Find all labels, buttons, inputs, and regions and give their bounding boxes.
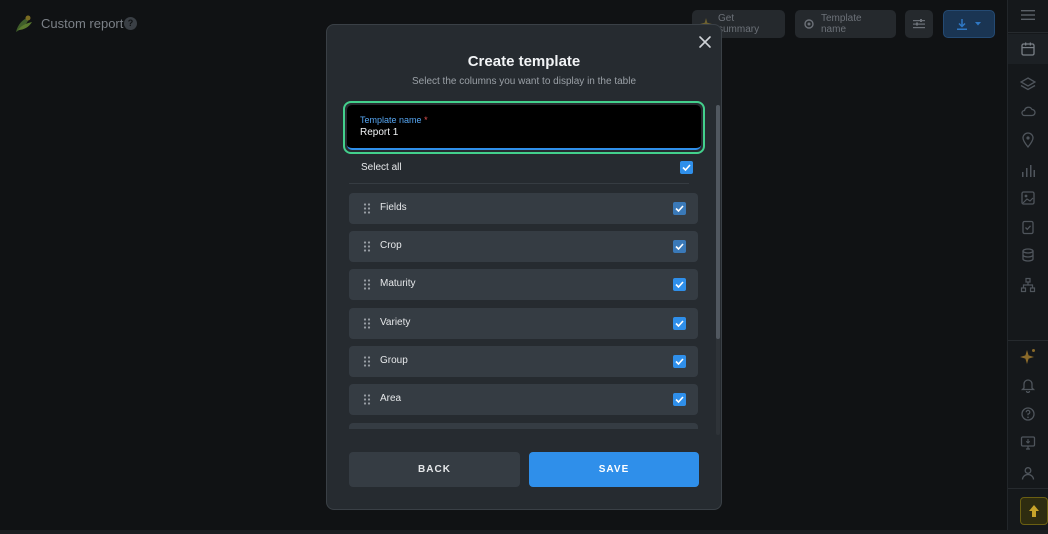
upgrade-button[interactable]	[1020, 497, 1048, 525]
rail-divider	[1008, 340, 1048, 341]
template-name-field[interactable]: Template name *	[347, 105, 701, 150]
column-checkbox[interactable]	[673, 278, 686, 291]
select-all-label: Select all	[361, 162, 402, 173]
select-all-checkbox[interactable]	[680, 161, 693, 174]
select-all-row[interactable]: Select all	[349, 155, 693, 184]
download-button[interactable]	[943, 10, 995, 38]
column-row[interactable]: Crop	[349, 231, 698, 262]
template-name-field-label: Template name *	[360, 115, 428, 125]
column-label: Area	[380, 393, 402, 404]
create-template-dialog: Create template Select the columns you w…	[326, 24, 722, 510]
cloud-icon[interactable]	[1020, 103, 1036, 119]
clipboard-check-icon[interactable]	[1020, 219, 1036, 235]
checkmark-icon	[675, 396, 684, 403]
download-icon	[957, 18, 967, 30]
column-checkbox[interactable]	[673, 317, 686, 330]
column-label: Variety	[380, 317, 411, 328]
column-label: Fields	[380, 202, 407, 213]
template-name-label: Template name	[821, 13, 862, 35]
drag-handle-icon[interactable]	[363, 203, 371, 214]
gear-icon	[804, 19, 814, 29]
checkmark-icon	[675, 320, 684, 327]
database-icon[interactable]	[1020, 247, 1036, 263]
checkmark-icon	[682, 164, 691, 171]
back-button[interactable]: BACK	[349, 452, 520, 487]
hierarchy-icon[interactable]	[1020, 277, 1036, 293]
checkmark-icon	[675, 243, 684, 250]
column-row[interactable]: Maturity	[349, 269, 698, 300]
question-icon[interactable]	[1020, 406, 1036, 422]
required-mark: *	[424, 115, 428, 125]
dialog-title: Create template	[467, 53, 581, 70]
checkmark-icon	[675, 205, 684, 212]
template-name-input[interactable]	[360, 127, 680, 138]
scrollbar-thumb[interactable]	[716, 105, 720, 339]
right-rail	[1007, 0, 1048, 534]
checkmark-icon	[675, 358, 684, 365]
column-row[interactable]: Fields	[349, 193, 698, 224]
sliders-icon	[913, 19, 925, 29]
filter-settings-button[interactable]	[905, 10, 933, 38]
drag-handle-icon[interactable]	[363, 356, 371, 367]
column-label: Group	[380, 355, 408, 366]
bottom-edge	[0, 530, 1048, 534]
chevron-down-icon	[975, 22, 981, 26]
user-icon[interactable]	[1020, 465, 1036, 481]
checkmark-icon	[675, 281, 684, 288]
help-icon[interactable]: ?	[124, 17, 137, 30]
bell-icon[interactable]	[1020, 377, 1036, 393]
column-checkbox[interactable]	[673, 202, 686, 215]
columns-list: Select all Fields Crop Maturity Variety Grou…	[343, 155, 699, 429]
column-checkbox[interactable]	[673, 240, 686, 253]
column-row[interactable]: Group	[349, 346, 698, 377]
rail-divider	[1008, 32, 1048, 33]
menu-icon[interactable]	[1020, 7, 1036, 23]
rail-divider	[1008, 488, 1048, 489]
calendar-icon[interactable]	[1020, 41, 1036, 57]
drag-handle-icon[interactable]	[363, 279, 371, 290]
column-label: Maturity	[380, 278, 416, 289]
close-icon[interactable]	[696, 33, 714, 51]
template-name-field-focus-ring: Template name *	[343, 101, 705, 154]
column-checkbox[interactable]	[673, 355, 686, 368]
drag-handle-icon[interactable]	[363, 394, 371, 405]
dialog-subtitle: Select the columns you want to display i…	[411, 76, 637, 87]
column-row[interactable]: Variety	[349, 308, 698, 339]
ai-sparkle-icon[interactable]	[1020, 348, 1036, 364]
bar-chart-icon[interactable]	[1020, 163, 1036, 179]
drag-handle-icon[interactable]	[363, 318, 371, 329]
app-logo-icon	[16, 15, 32, 32]
monitor-icon[interactable]	[1020, 435, 1036, 451]
column-row-partial[interactable]	[349, 423, 698, 429]
image-icon[interactable]	[1020, 190, 1036, 206]
get-summary-label: Get summary	[718, 13, 760, 35]
column-label: Crop	[380, 240, 402, 251]
column-row[interactable]: Area	[349, 384, 698, 415]
drag-handle-icon[interactable]	[363, 241, 371, 252]
page-title: Custom report	[41, 16, 124, 31]
template-name-button[interactable]: Template name	[795, 10, 896, 38]
arrow-up-icon	[1029, 505, 1039, 517]
column-checkbox[interactable]	[673, 393, 686, 406]
save-button[interactable]: SAVE	[529, 452, 699, 487]
layers-icon[interactable]	[1020, 76, 1036, 92]
location-pin-icon[interactable]	[1020, 132, 1036, 148]
